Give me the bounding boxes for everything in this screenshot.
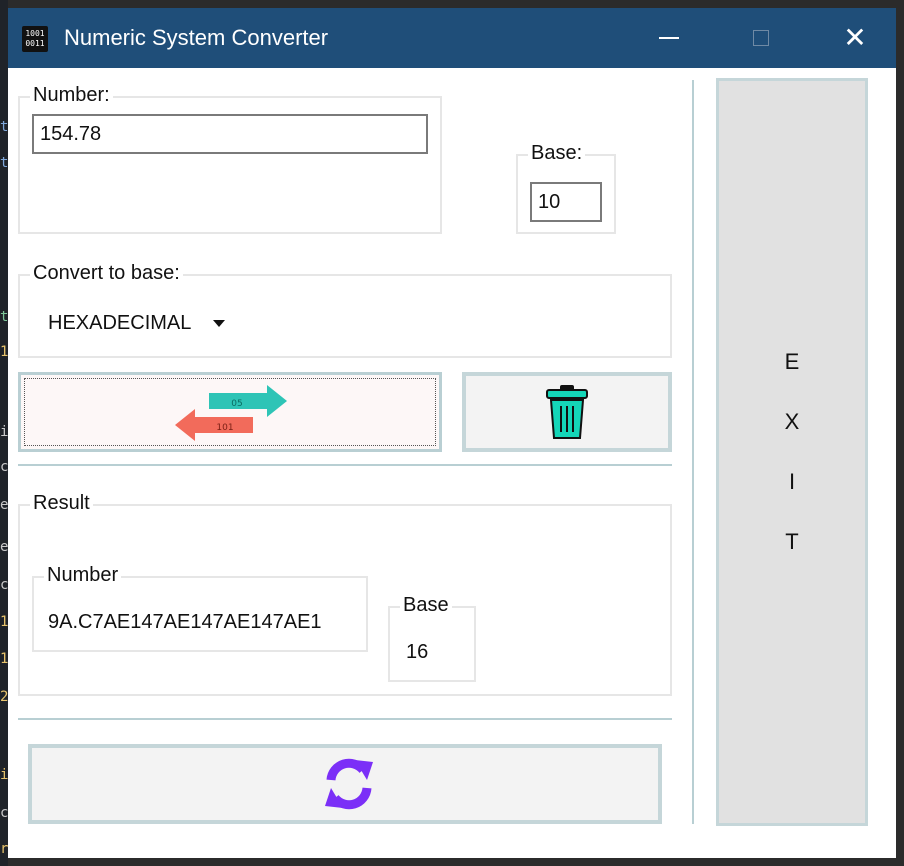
separator-line [18, 718, 672, 720]
result-base-groupbox [388, 606, 476, 682]
refresh-icon [325, 758, 373, 810]
editor-glyph: t [0, 156, 8, 170]
convert-to-base-label: Convert to base: [30, 261, 183, 285]
maximize-icon [753, 30, 769, 46]
minimize-icon [659, 37, 679, 39]
editor-glyph: e [0, 540, 8, 554]
result-number-value: 9A.C7AE147AE147AE147AE1 [48, 611, 322, 633]
editor-glyph: i [0, 768, 8, 782]
result-base-label: Base [400, 593, 452, 617]
base-input[interactable]: 10 [530, 182, 602, 222]
close-icon: ✕ [843, 21, 867, 54]
app-icon-line: 1001 [25, 29, 45, 38]
separator-line [18, 464, 672, 466]
number-input[interactable]: 154.78 [32, 114, 428, 154]
exit-letter: I [788, 469, 796, 494]
maximize-button[interactable] [726, 8, 796, 68]
editor-glyph: 1 [0, 345, 8, 359]
base-group-label: Base: [528, 141, 586, 165]
vertical-separator [692, 80, 694, 824]
number-group-label: Number: [30, 83, 113, 107]
exit-button[interactable]: E X I T [716, 78, 868, 826]
convert-button[interactable]: 05 101 [18, 372, 442, 452]
editor-glyph: c [0, 806, 8, 820]
trash-icon [546, 385, 588, 439]
result-base-value: 16 [406, 641, 429, 663]
editor-glyph: t [0, 310, 8, 324]
editor-glyph: t [0, 120, 8, 134]
exit-letter: E [784, 349, 800, 374]
editor-glyph: 1 [0, 652, 8, 666]
target-base-dropdown[interactable]: HEXADECIMAL [48, 312, 226, 335]
exit-letter: X [784, 409, 800, 434]
title-bar[interactable]: 1001 0011 Numeric System Converter ✕ [8, 8, 896, 68]
editor-glyph: i [0, 425, 8, 439]
result-group-label: Result [30, 491, 93, 515]
editor-glyph: 1 [0, 615, 8, 629]
editor-glyph: c [0, 460, 8, 474]
exit-letter: T [785, 529, 799, 554]
editor-glyph: r [0, 842, 8, 856]
background-code-editor-strip: t t t 1 i c e e c 1 1 2 i c r [0, 0, 8, 866]
arrow-top-text: 05 [231, 399, 242, 409]
close-button[interactable]: ✕ [820, 8, 890, 68]
app-window: 1001 0011 Numeric System Converter ✕ Num… [8, 8, 896, 858]
arrow-bottom-text: 101 [216, 423, 233, 433]
editor-glyph: e [0, 498, 8, 512]
minimize-button[interactable] [634, 8, 704, 68]
window-title: Numeric System Converter [64, 25, 329, 50]
clear-button[interactable] [462, 372, 672, 452]
editor-glyph: 2 [0, 690, 8, 704]
reset-button[interactable] [28, 744, 662, 824]
swap-arrows-icon: 05 101 [175, 385, 287, 441]
chevron-down-icon [213, 320, 226, 327]
result-number-label: Number [44, 563, 122, 587]
target-base-selected: HEXADECIMAL [48, 312, 192, 334]
app-binary-icon: 1001 0011 [22, 26, 48, 52]
app-icon-line: 0011 [25, 39, 45, 48]
editor-glyph: c [0, 578, 8, 592]
